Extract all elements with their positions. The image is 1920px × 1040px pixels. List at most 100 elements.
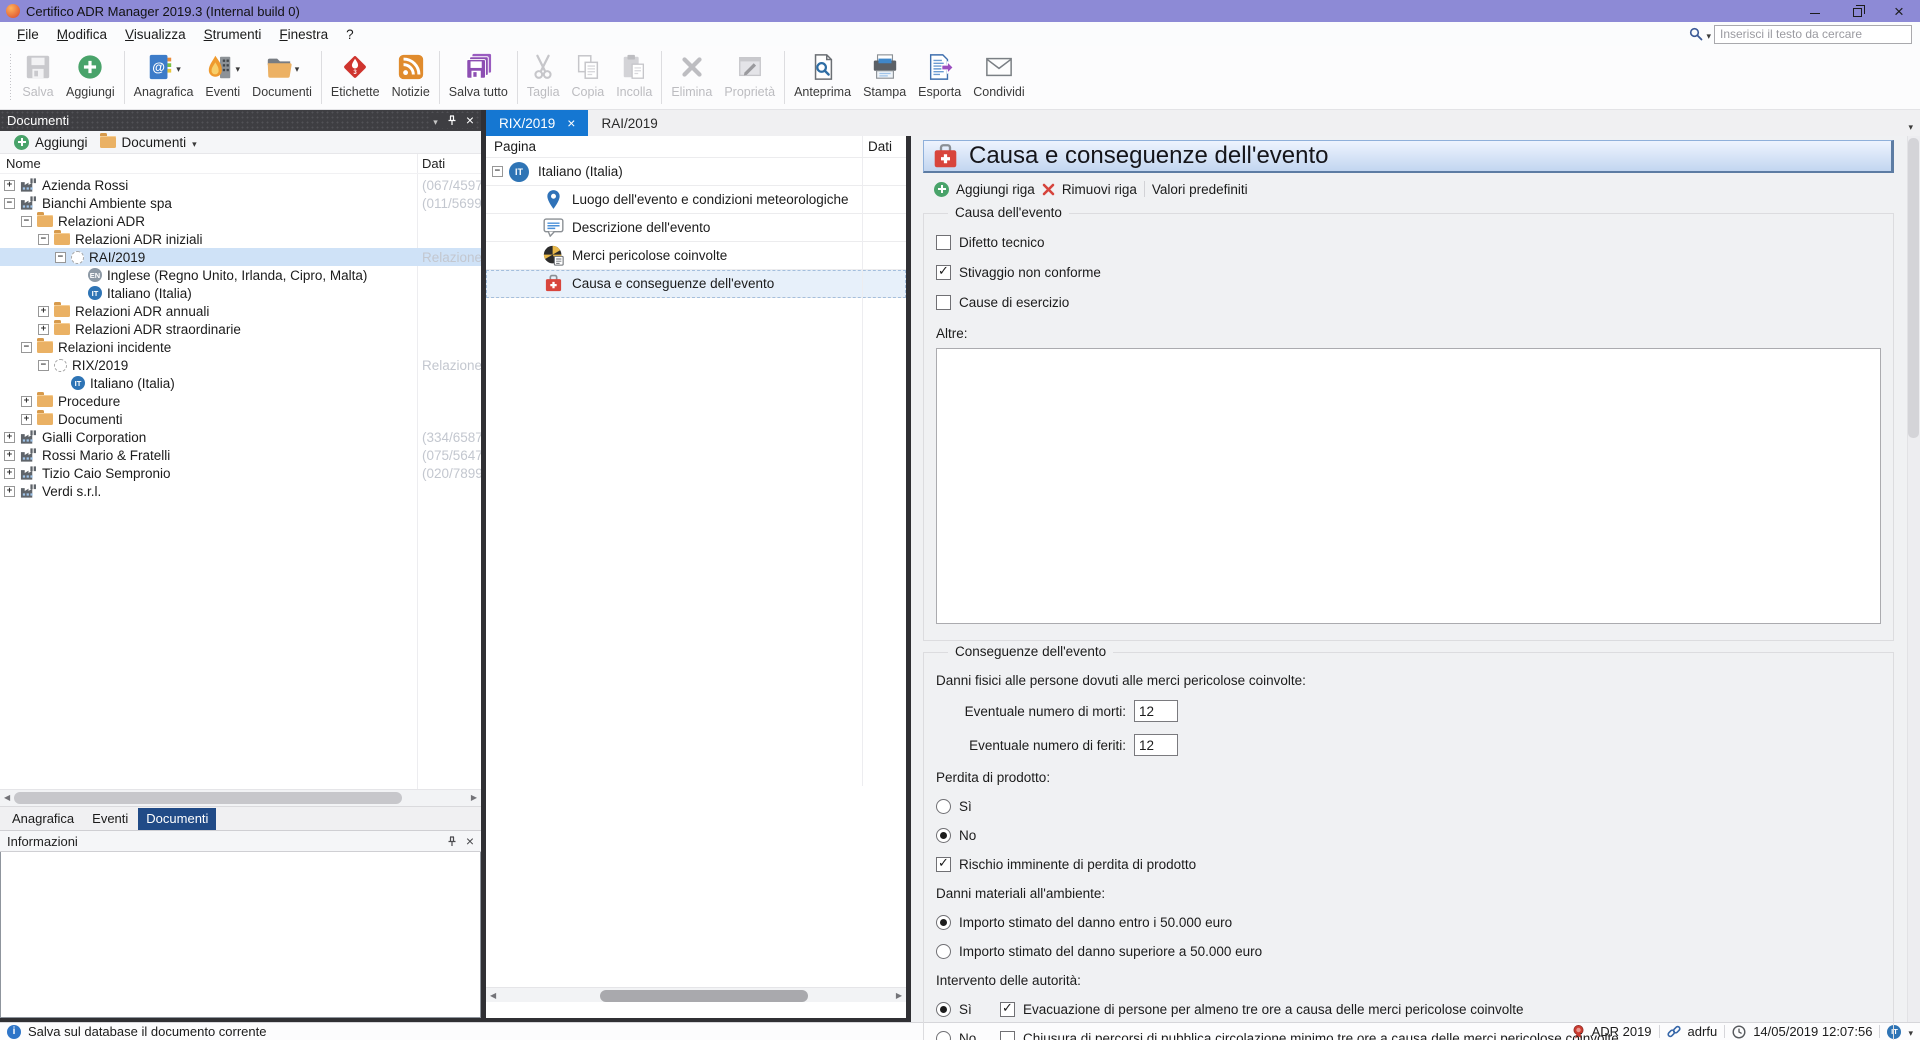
tree-row-inglese[interactable]: ENInglese (Regno Unito, Irlanda, Cipro, … bbox=[0, 266, 481, 284]
condividi-button[interactable]: Condividi bbox=[967, 46, 1030, 109]
autorita-no-radio[interactable] bbox=[936, 1031, 951, 1040]
panel-close-icon[interactable] bbox=[466, 113, 474, 128]
tree-row-gialli[interactable]: Gialli Corporation(334/6587 bbox=[0, 428, 481, 446]
scroll-right-icon[interactable] bbox=[896, 991, 902, 1001]
save-button[interactable]: Salva bbox=[16, 46, 60, 109]
notizie-button[interactable]: Notizie bbox=[386, 46, 436, 109]
collapse-icon[interactable] bbox=[38, 234, 49, 245]
add-button[interactable]: Aggiungi bbox=[60, 46, 121, 109]
importo-entro-radio[interactable] bbox=[936, 915, 951, 930]
tree-row-tizio-caio[interactable]: Tizio Caio Sempronio(020/7899 bbox=[0, 464, 481, 482]
copia-button[interactable]: Copia bbox=[566, 46, 611, 109]
eventi-dropdown-icon[interactable] bbox=[236, 60, 241, 75]
search-input[interactable] bbox=[1714, 25, 1912, 44]
anteprima-button[interactable]: Anteprima bbox=[788, 46, 857, 109]
perdita-no-radio[interactable] bbox=[936, 828, 951, 843]
tree-row-rai-2019[interactable]: RAI/2019Relazione bbox=[0, 248, 481, 266]
tree-row-relazioni-incidente[interactable]: Relazioni incidente bbox=[0, 338, 481, 356]
collapse-icon[interactable] bbox=[21, 342, 32, 353]
tab-eventi[interactable]: Eventi bbox=[84, 808, 136, 830]
scroll-left-icon[interactable] bbox=[490, 991, 496, 1001]
difetto-tecnico-checkbox[interactable] bbox=[936, 235, 951, 250]
scope-dropdown-icon[interactable] bbox=[192, 135, 197, 150]
elimina-button[interactable]: Elimina bbox=[665, 46, 718, 109]
incolla-button[interactable]: Incolla bbox=[610, 46, 658, 109]
tree-row-rix-2019[interactable]: RIX/2019Relazione bbox=[0, 356, 481, 374]
importo-superiore-radio[interactable] bbox=[936, 944, 951, 959]
expand-icon[interactable] bbox=[4, 486, 15, 497]
stampa-button[interactable]: Stampa bbox=[857, 46, 912, 109]
tree-row-verdi[interactable]: Verdi s.r.l. bbox=[0, 482, 481, 500]
tab-rai-2019[interactable]: RAI/2019 bbox=[588, 110, 670, 136]
tree-row-relazioni-adr-iniziali[interactable]: Relazioni ADR iniziali bbox=[0, 230, 481, 248]
rischio-checkbox[interactable] bbox=[936, 857, 951, 872]
toolbar-grip[interactable] bbox=[8, 54, 12, 101]
pin-icon[interactable] bbox=[447, 115, 457, 126]
page-row-descrizione[interactable]: Descrizione dell'evento bbox=[486, 214, 906, 242]
tree-row-italiano-rix[interactable]: ITItaliano (Italia) bbox=[0, 374, 481, 392]
tree-row-relazioni-adr[interactable]: Relazioni ADR bbox=[0, 212, 481, 230]
anagrafica-dropdown-icon[interactable] bbox=[176, 60, 181, 75]
tab-close-icon[interactable] bbox=[567, 116, 575, 131]
tree-row-italiano-rai[interactable]: ITItaliano (Italia) bbox=[0, 284, 481, 302]
column-dati[interactable]: Dati bbox=[422, 156, 445, 171]
search-icon[interactable] bbox=[1689, 27, 1703, 41]
expand-icon[interactable] bbox=[4, 180, 15, 191]
stivaggio-checkbox[interactable] bbox=[936, 265, 951, 280]
right-vertical-scrollbar[interactable] bbox=[1907, 136, 1920, 1022]
expand-icon[interactable] bbox=[38, 306, 49, 317]
tree-row-rossi-mario[interactable]: Rossi Mario & Fratelli(075/5647 bbox=[0, 446, 481, 464]
scroll-left-icon[interactable] bbox=[4, 793, 10, 803]
expand-icon[interactable] bbox=[4, 450, 15, 461]
proprieta-button[interactable]: Proprietà bbox=[718, 46, 781, 109]
morti-input[interactable] bbox=[1134, 700, 1178, 722]
feriti-input[interactable] bbox=[1134, 734, 1178, 756]
expand-icon[interactable] bbox=[4, 432, 15, 443]
eventi-button[interactable]: Eventi bbox=[199, 46, 246, 109]
evacuazione-checkbox[interactable] bbox=[1000, 1002, 1015, 1017]
perdita-si-radio[interactable] bbox=[936, 799, 951, 814]
collapse-icon[interactable] bbox=[55, 252, 66, 263]
close-button[interactable] bbox=[1878, 0, 1920, 22]
language-dropdown-icon[interactable] bbox=[1908, 1024, 1913, 1039]
menu-visualizza[interactable]: Visualizza bbox=[116, 24, 195, 45]
scroll-right-icon[interactable] bbox=[471, 793, 477, 803]
documenti-button[interactable]: Documenti bbox=[246, 46, 318, 109]
taglia-button[interactable]: Taglia bbox=[521, 46, 566, 109]
salva-tutto-button[interactable]: Salva tutto bbox=[443, 46, 514, 109]
minimize-button[interactable] bbox=[1794, 0, 1836, 22]
tree-row-azienda-rossi[interactable]: Azienda Rossi(067/4597 bbox=[0, 176, 481, 194]
collapse-icon[interactable] bbox=[21, 216, 32, 227]
tab-documenti[interactable]: Documenti bbox=[138, 808, 216, 830]
expand-icon[interactable] bbox=[4, 468, 15, 479]
page-row-merci[interactable]: Merci pericolose coinvolte bbox=[486, 242, 906, 270]
column-pagina[interactable]: Pagina bbox=[486, 139, 536, 154]
panel-close-icon[interactable] bbox=[466, 834, 474, 849]
tree-row-relazioni-adr-straordinarie[interactable]: Relazioni ADR straordinarie bbox=[0, 320, 481, 338]
panel-menu-icon[interactable] bbox=[433, 113, 438, 128]
altre-textarea[interactable] bbox=[936, 348, 1881, 624]
tab-anagrafica[interactable]: Anagrafica bbox=[4, 808, 82, 830]
menu-help[interactable]: ? bbox=[337, 24, 363, 45]
expand-icon[interactable] bbox=[21, 396, 32, 407]
tab-list-dropdown-icon[interactable] bbox=[1908, 118, 1913, 133]
page-row-italiano[interactable]: IT Italiano (Italia) bbox=[486, 158, 906, 186]
cause-esercizio-checkbox[interactable] bbox=[936, 295, 951, 310]
tree-row-relazioni-adr-annuali[interactable]: Relazioni ADR annuali bbox=[0, 302, 481, 320]
autorita-si-radio[interactable] bbox=[936, 1002, 951, 1017]
remove-row-button[interactable]: Rimuovi riga bbox=[1062, 182, 1137, 197]
scrollbar-thumb[interactable] bbox=[600, 990, 808, 1002]
search-dropdown-icon[interactable] bbox=[1706, 27, 1711, 42]
collapse-icon[interactable] bbox=[38, 360, 49, 371]
tree-row-bianchi[interactable]: Bianchi Ambiente spa(011/5699 bbox=[0, 194, 481, 212]
scrollbar-thumb[interactable] bbox=[14, 792, 402, 804]
column-dati[interactable]: Dati bbox=[868, 139, 892, 154]
tree-row-documenti[interactable]: Documenti bbox=[0, 410, 481, 428]
restore-button[interactable] bbox=[1836, 0, 1878, 22]
expand-icon[interactable] bbox=[21, 414, 32, 425]
add-icon[interactable] bbox=[14, 135, 29, 150]
documents-scope-button[interactable]: Documenti bbox=[122, 135, 187, 150]
menu-modifica[interactable]: Modifica bbox=[48, 24, 116, 45]
esporta-button[interactable]: Esporta bbox=[912, 46, 967, 109]
menu-strumenti[interactable]: Strumenti bbox=[195, 24, 271, 45]
